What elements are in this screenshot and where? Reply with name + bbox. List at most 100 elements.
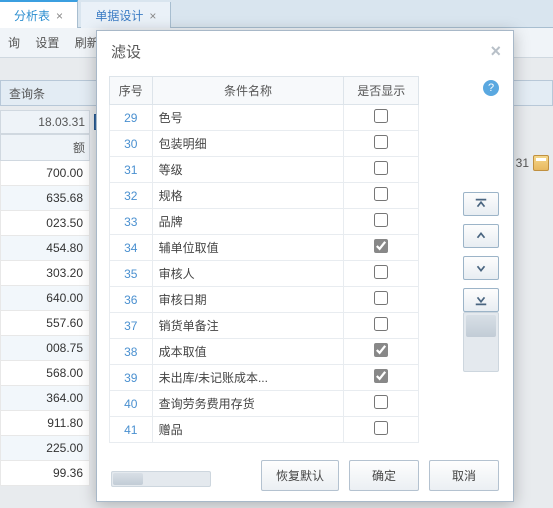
row-name: 赠品 bbox=[152, 417, 344, 443]
row-sn: 29 bbox=[110, 105, 153, 131]
row-checkbox-cell bbox=[344, 365, 419, 391]
side-date: 31 bbox=[516, 155, 549, 171]
show-checkbox[interactable] bbox=[374, 161, 388, 175]
table-row[interactable]: 40查询劳务费用存货 bbox=[110, 391, 419, 417]
grid-row: 700.00 bbox=[0, 161, 90, 186]
table-row[interactable]: 29色号 bbox=[110, 105, 419, 131]
grid-row: 640.00 bbox=[0, 286, 90, 311]
row-checkbox-cell bbox=[344, 287, 419, 313]
ok-button[interactable]: 确定 bbox=[349, 460, 419, 491]
dialog-title: 滤设 × bbox=[97, 31, 513, 72]
row-name: 成本取值 bbox=[152, 339, 344, 365]
show-checkbox[interactable] bbox=[374, 109, 388, 123]
row-sn: 30 bbox=[110, 131, 153, 157]
row-name: 色号 bbox=[152, 105, 344, 131]
table-row[interactable]: 41赠品 bbox=[110, 417, 419, 443]
horizontal-scrollbar[interactable] bbox=[111, 471, 211, 487]
background-grid: 18.03.31 额 700.00635.68023.50454.80303.2… bbox=[0, 110, 90, 486]
show-checkbox[interactable] bbox=[374, 265, 388, 279]
grid-row: 303.20 bbox=[0, 261, 90, 286]
row-name: 未出库/未记账成本... bbox=[152, 365, 344, 391]
row-checkbox-cell bbox=[344, 417, 419, 443]
show-checkbox[interactable] bbox=[374, 395, 388, 409]
row-sn: 36 bbox=[110, 287, 153, 313]
calendar-icon[interactable] bbox=[533, 155, 549, 171]
table-row[interactable]: 32规格 bbox=[110, 183, 419, 209]
row-checkbox-cell bbox=[344, 183, 419, 209]
row-name: 审核日期 bbox=[152, 287, 344, 313]
row-checkbox-cell bbox=[344, 209, 419, 235]
move-down-button[interactable] bbox=[463, 256, 499, 280]
toolbar-item[interactable]: 询 bbox=[8, 36, 20, 50]
row-name: 规格 bbox=[152, 183, 344, 209]
col-name: 条件名称 bbox=[152, 77, 344, 105]
move-bottom-button[interactable] bbox=[463, 288, 499, 312]
row-sn: 39 bbox=[110, 365, 153, 391]
grid-row: 225.00 bbox=[0, 436, 90, 461]
row-name: 销货单备注 bbox=[152, 313, 344, 339]
table-row[interactable]: 30包装明细 bbox=[110, 131, 419, 157]
close-icon[interactable]: × bbox=[56, 9, 63, 23]
show-checkbox[interactable] bbox=[374, 317, 388, 331]
grid-row: 364.00 bbox=[0, 386, 90, 411]
row-checkbox-cell bbox=[344, 391, 419, 417]
col-show: 是否显示 bbox=[344, 77, 419, 105]
tab-form-design[interactable]: 单据设计× bbox=[81, 2, 171, 29]
table-row[interactable]: 38成本取值 bbox=[110, 339, 419, 365]
row-checkbox-cell bbox=[344, 339, 419, 365]
row-sn: 38 bbox=[110, 339, 153, 365]
show-checkbox[interactable] bbox=[374, 239, 388, 253]
close-icon[interactable]: × bbox=[149, 9, 156, 23]
row-checkbox-cell bbox=[344, 261, 419, 287]
grid-date-header: 18.03.31 bbox=[0, 110, 90, 134]
show-checkbox[interactable] bbox=[374, 135, 388, 149]
tab-analysis[interactable]: 分析表× bbox=[0, 0, 78, 29]
grid-row: 99.36 bbox=[0, 461, 90, 486]
table-row[interactable]: 34辅单位取值 bbox=[110, 235, 419, 261]
row-checkbox-cell bbox=[344, 105, 419, 131]
row-sn: 41 bbox=[110, 417, 153, 443]
show-checkbox[interactable] bbox=[374, 343, 388, 357]
row-checkbox-cell bbox=[344, 131, 419, 157]
row-checkbox-cell bbox=[344, 313, 419, 339]
cancel-button[interactable]: 取消 bbox=[429, 460, 499, 491]
table-row[interactable]: 35审核人 bbox=[110, 261, 419, 287]
restore-default-button[interactable]: 恢复默认 bbox=[261, 460, 339, 491]
move-up-button[interactable] bbox=[463, 224, 499, 248]
table-row[interactable]: 37销货单备注 bbox=[110, 313, 419, 339]
row-sn: 33 bbox=[110, 209, 153, 235]
close-icon[interactable]: × bbox=[490, 41, 501, 62]
show-checkbox[interactable] bbox=[374, 187, 388, 201]
row-sn: 34 bbox=[110, 235, 153, 261]
row-sn: 32 bbox=[110, 183, 153, 209]
grid-row: 454.80 bbox=[0, 236, 90, 261]
help-icon[interactable]: ? bbox=[483, 80, 499, 96]
row-sn: 31 bbox=[110, 157, 153, 183]
row-checkbox-cell bbox=[344, 157, 419, 183]
grid-row: 635.68 bbox=[0, 186, 90, 211]
row-sn: 37 bbox=[110, 313, 153, 339]
show-checkbox[interactable] bbox=[374, 291, 388, 305]
grid-row: 568.00 bbox=[0, 361, 90, 386]
table-row[interactable]: 39未出库/未记账成本... bbox=[110, 365, 419, 391]
row-checkbox-cell bbox=[344, 235, 419, 261]
grid-row: 557.60 bbox=[0, 311, 90, 336]
filter-label: 查询条 bbox=[9, 87, 45, 101]
show-checkbox[interactable] bbox=[374, 421, 388, 435]
row-name: 包装明细 bbox=[152, 131, 344, 157]
move-top-button[interactable] bbox=[463, 192, 499, 216]
table-row[interactable]: 36审核日期 bbox=[110, 287, 419, 313]
table-row[interactable]: 31等级 bbox=[110, 157, 419, 183]
grid-row: 008.75 bbox=[0, 336, 90, 361]
row-name: 查询劳务费用存货 bbox=[152, 391, 344, 417]
show-checkbox[interactable] bbox=[374, 213, 388, 227]
show-checkbox[interactable] bbox=[374, 369, 388, 383]
table-row[interactable]: 33品牌 bbox=[110, 209, 419, 235]
vertical-scrollbar[interactable] bbox=[463, 312, 499, 372]
grid-row: 023.50 bbox=[0, 211, 90, 236]
row-name: 辅单位取值 bbox=[152, 235, 344, 261]
toolbar-item[interactable]: 设置 bbox=[35, 36, 59, 50]
background-tabs: 分析表× 单据设计× bbox=[0, 0, 553, 28]
row-name: 等级 bbox=[152, 157, 344, 183]
filter-settings-dialog: 滤设 × ? 序号 条件名称 是否显示 29色号30包装明细31等级32规格33… bbox=[96, 30, 514, 502]
